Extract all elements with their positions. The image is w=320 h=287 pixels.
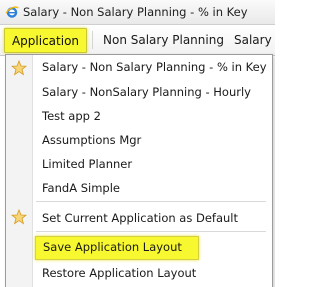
application-dropdown-menu: Salary - Non Salary Planning - % in Key … xyxy=(5,54,273,287)
star-icon xyxy=(11,209,27,225)
menu-application[interactable]: Application xyxy=(4,28,87,53)
menu-salary-truncated[interactable]: Salary F xyxy=(234,33,275,47)
menu-icon-gutter xyxy=(6,55,33,287)
menu-item-set-default[interactable]: Set Current Application as Default xyxy=(42,211,238,225)
menu-item-limited-planner[interactable]: Limited Planner xyxy=(42,157,132,171)
app-window: Salary - Non Salary Planning - % in Key … xyxy=(0,0,275,287)
menu-separator xyxy=(92,31,93,49)
menu-item-salary-pct-key[interactable]: Salary - Non Salary Planning - % in Key xyxy=(42,60,267,74)
menu-item-restore-layout[interactable]: Restore Application Layout xyxy=(42,266,196,280)
menu-item-salary-hourly[interactable]: Salary - NonSalary Planning - Hourly xyxy=(42,85,251,99)
menu-item-fanda-simple[interactable]: FandA Simple xyxy=(42,181,120,195)
menu-non-salary-planning[interactable]: Non Salary Planning xyxy=(103,33,224,47)
menu-item-test-app-2[interactable]: Test app 2 xyxy=(42,109,101,123)
menu-item-assumptions-mgr[interactable]: Assumptions Mgr xyxy=(42,133,141,147)
menu-item-save-layout-highlight[interactable]: Save Application Layout xyxy=(35,236,199,260)
menu-item-save-layout[interactable]: Save Application Layout xyxy=(43,240,182,254)
star-icon xyxy=(11,60,27,76)
ie-browser-icon xyxy=(5,6,19,18)
menu-divider xyxy=(36,201,266,202)
title-bar: Salary - Non Salary Planning - % in Key xyxy=(0,0,275,25)
window-title: Salary - Non Salary Planning - % in Key xyxy=(23,5,248,19)
menu-divider xyxy=(36,231,266,232)
menu-bar: Application Non Salary Planning Salary F xyxy=(0,25,275,56)
